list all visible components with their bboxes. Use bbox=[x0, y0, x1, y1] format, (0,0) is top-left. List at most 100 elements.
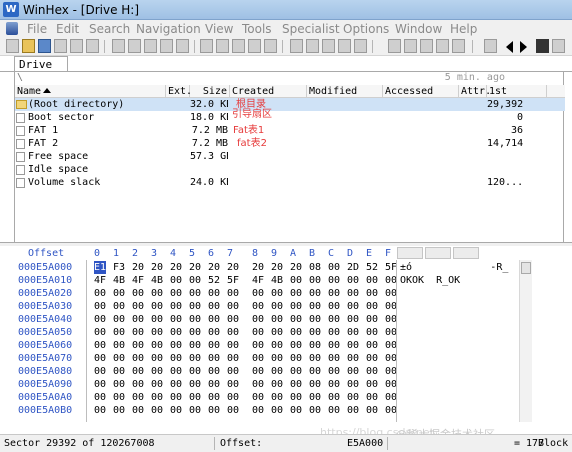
hex-byte[interactable]: 00 bbox=[189, 300, 201, 313]
hex-byte[interactable]: 00 bbox=[227, 339, 239, 352]
copy-icon[interactable] bbox=[144, 39, 157, 53]
hex-byte[interactable]: 00 bbox=[170, 326, 182, 339]
hex-byte[interactable]: 00 bbox=[328, 352, 340, 365]
hex-byte[interactable]: 52 bbox=[208, 274, 220, 287]
hex-byte[interactable]: 00 bbox=[309, 287, 321, 300]
hex-byte[interactable]: 00 bbox=[347, 339, 359, 352]
hex-row[interactable]: 000E5A050 00 00 00 00 00 00 00 00 00 00 00 00 00 00 00 0… bbox=[14, 326, 519, 339]
hex-byte[interactable]: 00 bbox=[271, 391, 283, 404]
save-icon[interactable] bbox=[38, 39, 51, 53]
hex-row[interactable]: 000E5A010 4F 4B 4F 4B 00 00 52 5F 4F 4B 00 00 00 00 00 0… bbox=[14, 274, 519, 287]
col-size[interactable]: Size bbox=[190, 85, 230, 98]
hex-cursor-byte[interactable]: E1 bbox=[94, 261, 107, 274]
hex-byte[interactable]: 00 bbox=[132, 365, 144, 378]
hex-byte[interactable]: 00 bbox=[290, 404, 302, 417]
col-first-sector[interactable]: 1st sector bbox=[487, 85, 547, 110]
row-idle-space[interactable]: Idle space bbox=[15, 163, 565, 176]
menu-view[interactable]: View bbox=[205, 22, 233, 36]
hex-byte[interactable]: 00 bbox=[151, 378, 163, 391]
hex-byte[interactable]: 00 bbox=[208, 378, 220, 391]
hex-editor[interactable]: Offset 0 1 2 3 4 5 6 7 8 9 A B C D E F 000E5A000 E1 F3 20 2… bbox=[14, 246, 519, 422]
hex-byte[interactable]: 00 bbox=[227, 404, 239, 417]
hex-byte[interactable]: 00 bbox=[113, 391, 125, 404]
hex-byte[interactable]: 00 bbox=[151, 391, 163, 404]
menu-window[interactable]: Window bbox=[395, 22, 442, 36]
hex-byte[interactable]: 00 bbox=[208, 300, 220, 313]
hex-row[interactable]: 000E5A040 00 00 00 00 00 00 00 00 00 00 00 00 00 00 00 0… bbox=[14, 313, 519, 326]
hex-byte[interactable]: 00 bbox=[94, 404, 106, 417]
hex-byte[interactable]: 00 bbox=[227, 365, 239, 378]
hex-byte[interactable]: 00 bbox=[271, 326, 283, 339]
hex-byte[interactable]: 00 bbox=[252, 287, 264, 300]
menu-search[interactable]: Search bbox=[89, 22, 130, 36]
hex-byte[interactable]: 00 bbox=[189, 287, 201, 300]
hex-byte[interactable]: 00 bbox=[151, 287, 163, 300]
hex-byte[interactable]: 00 bbox=[271, 352, 283, 365]
hex-byte[interactable]: 00 bbox=[132, 352, 144, 365]
hex-byte[interactable]: 00 bbox=[132, 287, 144, 300]
hex-byte[interactable]: 00 bbox=[366, 378, 378, 391]
properties-icon[interactable] bbox=[70, 39, 83, 53]
hex-byte[interactable]: 00 bbox=[328, 391, 340, 404]
hex-byte[interactable]: 00 bbox=[170, 313, 182, 326]
hex-byte[interactable]: 00 bbox=[189, 391, 201, 404]
hex-byte[interactable]: 00 bbox=[189, 378, 201, 391]
hex-byte[interactable]: 4F bbox=[252, 274, 264, 287]
replace-hex-icon[interactable] bbox=[248, 39, 261, 53]
hex-byte[interactable]: 00 bbox=[309, 274, 321, 287]
hex-byte[interactable]: 00 bbox=[132, 300, 144, 313]
row-fat-2[interactable]: FAT 2 7.2 MB fat表2 14,714 bbox=[15, 137, 565, 150]
hex-byte[interactable]: 00 bbox=[309, 326, 321, 339]
row-boot-sector[interactable]: Boot sector 18.0 KB 引导扇区 0 bbox=[15, 109, 565, 124]
last-sector-icon[interactable] bbox=[552, 39, 565, 53]
hex-byte[interactable]: 00 bbox=[309, 404, 321, 417]
hex-byte[interactable]: 00 bbox=[309, 300, 321, 313]
hex-byte[interactable]: 00 bbox=[227, 300, 239, 313]
hex-byte[interactable]: 00 bbox=[366, 404, 378, 417]
hex-byte[interactable]: 20 bbox=[132, 261, 144, 274]
hex-byte[interactable]: 00 bbox=[328, 274, 340, 287]
col-modified[interactable]: Modified bbox=[307, 85, 383, 98]
hex-byte[interactable]: 00 bbox=[151, 313, 163, 326]
previous-sector-icon[interactable] bbox=[506, 41, 513, 53]
hex-byte[interactable]: 00 bbox=[94, 287, 106, 300]
analysis-icon[interactable] bbox=[436, 39, 449, 53]
hex-byte[interactable]: 00 bbox=[189, 339, 201, 352]
hex-byte[interactable]: 00 bbox=[347, 391, 359, 404]
hex-byte[interactable]: 00 bbox=[132, 313, 144, 326]
hex-byte[interactable]: 00 bbox=[252, 326, 264, 339]
menu-specialist[interactable]: Specialist bbox=[282, 22, 340, 36]
hex-byte[interactable]: 00 bbox=[189, 352, 201, 365]
forward-icon[interactable] bbox=[338, 39, 351, 53]
hex-byte[interactable]: 00 bbox=[290, 313, 302, 326]
hex-byte[interactable]: 4B bbox=[113, 274, 125, 287]
tab-drive-h[interactable]: Drive H: bbox=[14, 56, 68, 86]
hex-byte[interactable]: 00 bbox=[328, 287, 340, 300]
bookmark-icon[interactable] bbox=[354, 39, 367, 53]
hex-byte[interactable]: 00 bbox=[208, 287, 220, 300]
hex-byte[interactable]: 00 bbox=[328, 313, 340, 326]
hex-byte[interactable]: 00 bbox=[271, 313, 283, 326]
hex-row[interactable]: 000E5A060 00 00 00 00 00 00 00 00 00 00 00 00 00 00 00 0… bbox=[14, 339, 519, 352]
hex-byte[interactable]: 00 bbox=[170, 339, 182, 352]
hex-byte[interactable]: 00 bbox=[189, 404, 201, 417]
hex-byte[interactable]: 00 bbox=[309, 352, 321, 365]
hex-byte[interactable]: 00 bbox=[94, 300, 106, 313]
open-folder-icon[interactable] bbox=[22, 39, 35, 53]
hex-byte[interactable]: 00 bbox=[113, 287, 125, 300]
hex-byte[interactable]: 52 bbox=[366, 261, 378, 274]
hex-byte[interactable]: 00 bbox=[252, 352, 264, 365]
hex-byte[interactable]: 00 bbox=[132, 339, 144, 352]
col-accessed[interactable]: Accessed bbox=[383, 85, 459, 98]
hex-byte[interactable]: 00 bbox=[328, 261, 340, 274]
hex-byte[interactable]: 00 bbox=[189, 313, 201, 326]
hex-row[interactable]: 000E5A080 00 00 00 00 00 00 00 00 00 00 00 00 00 00 00 0… bbox=[14, 365, 519, 378]
hex-byte[interactable]: 08 bbox=[309, 261, 321, 274]
paste-icon[interactable] bbox=[160, 39, 173, 53]
ascii-tab-info[interactable] bbox=[453, 247, 479, 259]
hex-byte[interactable]: 00 bbox=[132, 391, 144, 404]
hex-byte[interactable]: 00 bbox=[252, 391, 264, 404]
hex-byte[interactable]: 00 bbox=[170, 365, 182, 378]
hex-byte[interactable]: 00 bbox=[366, 274, 378, 287]
hex-byte[interactable]: 00 bbox=[94, 352, 106, 365]
